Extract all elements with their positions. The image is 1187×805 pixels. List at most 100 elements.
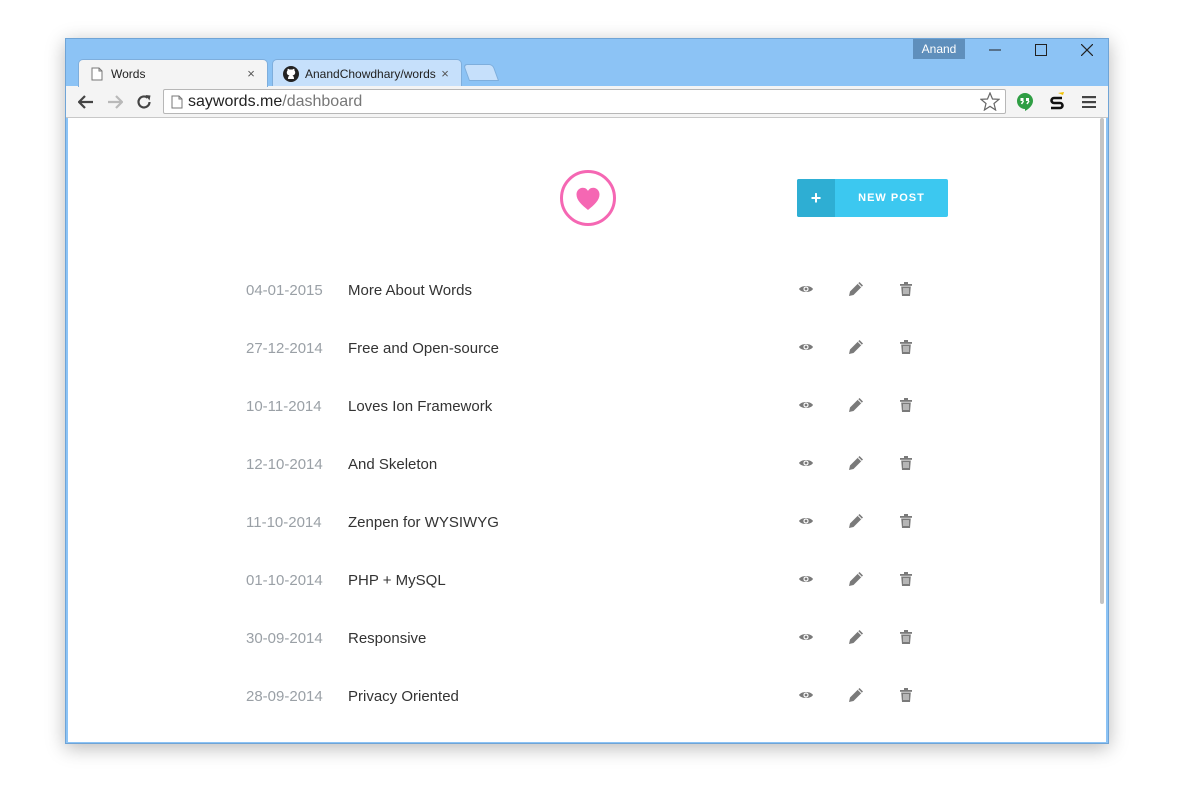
eye-icon	[799, 402, 813, 408]
hamburger-icon	[1082, 96, 1096, 108]
hangouts-icon	[1017, 93, 1033, 111]
trash-icon	[900, 514, 912, 528]
pencil-icon	[849, 456, 863, 470]
post-date: 30-09-2014	[246, 630, 323, 647]
view-post-button[interactable]	[796, 395, 816, 415]
hangouts-extension-button[interactable]	[1014, 91, 1036, 113]
plus-icon: +	[797, 179, 835, 217]
post-row: 30-09-2014 Responsive	[68, 610, 1106, 668]
minimize-button[interactable]	[972, 39, 1018, 61]
tab-close-button[interactable]: ×	[243, 66, 259, 81]
view-post-button[interactable]	[796, 511, 816, 531]
post-row: 11-10-2014 Zenpen for WYSIWYG	[68, 494, 1106, 552]
delete-post-button[interactable]	[896, 511, 916, 531]
post-date: 12-10-2014	[246, 456, 323, 473]
page-icon	[171, 95, 183, 109]
edit-post-button[interactable]	[846, 279, 866, 299]
post-title[interactable]: Privacy Oriented	[348, 688, 459, 705]
pencil-icon	[849, 340, 863, 354]
post-date: 11-10-2014	[246, 514, 322, 531]
eye-icon	[799, 692, 813, 698]
pencil-icon	[849, 398, 863, 412]
bookmark-star-icon[interactable]	[979, 91, 1001, 116]
new-post-label: NEW POST	[858, 192, 925, 204]
post-title[interactable]: Loves Ion Framework	[348, 398, 492, 415]
view-post-button[interactable]	[796, 337, 816, 357]
eye-icon	[799, 344, 813, 350]
browser-menu-button[interactable]	[1078, 91, 1100, 113]
new-tab-button[interactable]	[462, 64, 500, 81]
eye-icon	[799, 460, 813, 466]
pencil-icon	[849, 572, 863, 586]
post-title[interactable]: Free and Open-source	[348, 340, 499, 357]
tab-close-button[interactable]: ×	[437, 66, 453, 81]
trash-icon	[900, 572, 912, 586]
address-bar[interactable]: saywords.me/dashboard	[163, 89, 1006, 114]
edit-post-button[interactable]	[846, 569, 866, 589]
eye-icon	[799, 634, 813, 640]
edit-post-button[interactable]	[846, 453, 866, 473]
post-date: 04-01-2015	[246, 282, 323, 299]
edit-post-button[interactable]	[846, 337, 866, 357]
arrow-right-icon	[108, 95, 123, 109]
back-button[interactable]	[75, 91, 97, 113]
post-title[interactable]: And Skeleton	[348, 456, 437, 473]
new-post-button[interactable]: + NEW POST	[797, 179, 948, 217]
tab-github[interactable]: AnandChowdhary/words ×	[272, 59, 462, 87]
view-post-button[interactable]	[796, 685, 816, 705]
tab-words[interactable]: Words ×	[78, 59, 268, 87]
post-row: 10-11-2014 Loves Ion Framework	[68, 378, 1106, 436]
arrow-left-icon	[78, 95, 93, 109]
tab-label: AnandChowdhary/words	[305, 66, 436, 81]
browser-window: Anand Words × AnandChowdhary/words × say…	[65, 38, 1109, 744]
eye-icon	[799, 286, 813, 292]
browser-toolbar: saywords.me/dashboard	[66, 86, 1108, 118]
post-title[interactable]: PHP + MySQL	[348, 572, 446, 589]
pencil-icon	[849, 282, 863, 296]
s-extension-button[interactable]	[1046, 91, 1068, 113]
trash-icon	[900, 340, 912, 354]
page-content: + NEW POST 04-01-2015 More About Words 2…	[68, 118, 1106, 742]
github-icon	[283, 65, 299, 82]
post-date: 28-09-2014	[246, 688, 323, 705]
edit-post-button[interactable]	[846, 627, 866, 647]
post-title[interactable]: More About Words	[348, 282, 472, 299]
tab-label: Words	[111, 66, 146, 81]
edit-post-button[interactable]	[846, 511, 866, 531]
page-icon	[89, 66, 105, 82]
post-row: 27-12-2014 Free and Open-source	[68, 320, 1106, 378]
post-title[interactable]: Responsive	[348, 630, 426, 647]
user-badge[interactable]: Anand	[913, 39, 965, 59]
delete-post-button[interactable]	[896, 453, 916, 473]
post-date: 10-11-2014	[246, 398, 322, 415]
minimize-icon	[989, 49, 1001, 51]
edit-post-button[interactable]	[846, 685, 866, 705]
url-host: saywords.me	[188, 92, 283, 110]
forward-button[interactable]	[104, 91, 126, 113]
maximize-icon	[1035, 44, 1047, 56]
post-row: 04-01-2015 More About Words	[68, 262, 1106, 320]
delete-post-button[interactable]	[896, 569, 916, 589]
delete-post-button[interactable]	[896, 279, 916, 299]
reload-button[interactable]	[133, 91, 155, 113]
close-window-button[interactable]	[1064, 39, 1110, 61]
view-post-button[interactable]	[796, 279, 816, 299]
delete-post-button[interactable]	[896, 337, 916, 357]
pencil-icon	[849, 514, 863, 528]
view-post-button[interactable]	[796, 453, 816, 473]
delete-post-button[interactable]	[896, 685, 916, 705]
post-title[interactable]: Zenpen for WYSIWYG	[348, 514, 499, 531]
edit-post-button[interactable]	[846, 395, 866, 415]
post-date: 01-10-2014	[246, 572, 323, 589]
delete-post-button[interactable]	[896, 627, 916, 647]
view-post-button[interactable]	[796, 569, 816, 589]
close-icon	[1081, 44, 1093, 56]
trash-icon	[900, 688, 912, 702]
post-list: 04-01-2015 More About Words 27-12-2014 F…	[68, 262, 1106, 726]
maximize-button[interactable]	[1018, 39, 1064, 61]
s-extension-icon	[1050, 92, 1064, 110]
logo[interactable]	[560, 170, 616, 231]
view-post-button[interactable]	[796, 627, 816, 647]
post-date: 27-12-2014	[246, 340, 323, 357]
delete-post-button[interactable]	[896, 395, 916, 415]
